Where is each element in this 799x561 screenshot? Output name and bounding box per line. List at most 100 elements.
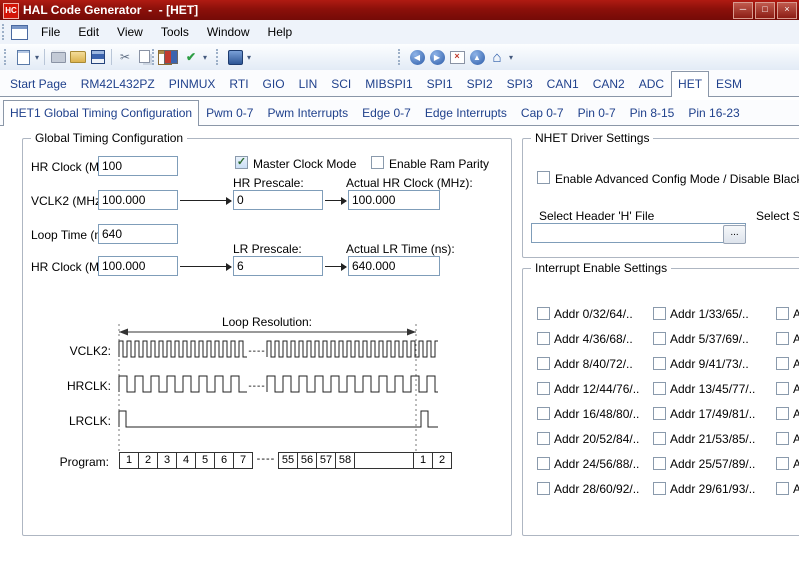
menu-help[interactable]: Help <box>259 21 302 43</box>
tab-het[interactable]: HET <box>671 71 710 97</box>
header-file-input[interactable] <box>531 223 746 243</box>
interrupt-checkbox[interactable] <box>776 307 789 320</box>
tab-pin-16-23[interactable]: Pin 16-23 <box>681 100 746 125</box>
tab-rti[interactable]: RTI <box>222 71 255 96</box>
toolbar-grip[interactable] <box>152 49 157 65</box>
ram-parity-checkbox[interactable] <box>371 156 384 169</box>
interrupt-checkbox[interactable] <box>653 432 666 445</box>
generate-code-button[interactable]: ✔ <box>181 47 201 67</box>
new-file-button[interactable] <box>13 47 33 67</box>
open-button[interactable] <box>68 47 88 67</box>
interrupt-checkbox[interactable] <box>776 357 789 370</box>
form-designer-button[interactable] <box>161 47 181 67</box>
tab-start-page[interactable]: Start Page <box>3 71 74 96</box>
tab-spi3[interactable]: SPI3 <box>500 71 540 96</box>
tab-gio[interactable]: GIO <box>256 71 292 96</box>
mdi-child-icon[interactable] <box>11 24 28 40</box>
tab-pinmux[interactable]: PINMUX <box>162 71 223 96</box>
menu-file[interactable]: File <box>32 21 69 43</box>
tab-edge-interrupts[interactable]: Edge Interrupts <box>418 100 514 125</box>
tab-pin-8-15[interactable]: Pin 8-15 <box>623 100 682 125</box>
menu-edit[interactable]: Edit <box>69 21 108 43</box>
tab-spi1[interactable]: SPI1 <box>420 71 460 96</box>
interrupt-checkbox[interactable] <box>537 457 550 470</box>
nav-forward-button[interactable]: ▶ <box>427 47 447 67</box>
menu-tools[interactable]: Tools <box>152 21 198 43</box>
interrupt-checkbox[interactable] <box>537 357 550 370</box>
browse-header-button[interactable]: ... <box>723 225 746 244</box>
program-cell: 1 <box>413 452 433 469</box>
tab-can1[interactable]: CAN1 <box>540 71 586 96</box>
interrupt-checkbox[interactable] <box>653 382 666 395</box>
menu-grip[interactable] <box>2 24 7 40</box>
interrupt-label: Addr 10/42/74/.. <box>793 357 799 371</box>
interrupt-checkbox[interactable] <box>653 332 666 345</box>
menu-view[interactable]: View <box>108 21 152 43</box>
interrupt-checkbox[interactable] <box>537 382 550 395</box>
toolbar-grip[interactable] <box>216 49 221 65</box>
interrupt-checkbox[interactable] <box>537 482 550 495</box>
master-clock-checkbox[interactable]: ✓ <box>235 156 248 169</box>
interrupt-checkbox[interactable] <box>537 332 550 345</box>
group-dropdown[interactable]: ▾ <box>201 53 209 62</box>
interrupt-checkbox[interactable] <box>537 407 550 420</box>
maximize-button[interactable]: □ <box>755 2 775 19</box>
print-icon <box>50 51 66 63</box>
tab-adc[interactable]: ADC <box>632 71 671 96</box>
interrupt-label: Addr 16/48/80/.. <box>554 407 640 421</box>
tab-mibspi1[interactable]: MIBSPI1 <box>358 71 419 96</box>
close-window-button[interactable]: × <box>447 47 467 67</box>
interrupt-checkbox[interactable] <box>776 432 789 445</box>
cut-button[interactable]: ✂ <box>115 47 135 67</box>
build-button[interactable] <box>225 47 245 67</box>
interrupt-checkbox[interactable] <box>653 407 666 420</box>
interrupt-checkbox[interactable] <box>776 457 789 470</box>
interrupt-row: Addr 0/32/64/.. Addr 1/33/65/.. Addr 2/3… <box>523 307 799 323</box>
interrupt-checkbox[interactable] <box>776 332 789 345</box>
interrupt-checkbox[interactable] <box>776 482 789 495</box>
tab-edge-0-7[interactable]: Edge 0-7 <box>355 100 418 125</box>
actual-lr-time-input[interactable] <box>348 256 440 276</box>
loop-time-input[interactable] <box>98 224 178 244</box>
advanced-config-checkbox[interactable] <box>537 171 550 184</box>
toolbar-grip[interactable] <box>4 49 9 65</box>
lrclk-waveform <box>118 410 438 428</box>
toolbar-grip[interactable] <box>398 49 403 65</box>
tab-lin[interactable]: LIN <box>292 71 325 96</box>
interrupt-checkbox[interactable] <box>653 482 666 495</box>
hr-clock-input[interactable] <box>98 156 178 176</box>
interrupt-checkbox[interactable] <box>776 407 789 420</box>
hr-prescale-input[interactable] <box>233 190 323 210</box>
minimize-button[interactable]: ─ <box>733 2 753 19</box>
interrupt-checkbox[interactable] <box>653 457 666 470</box>
tab-het1-global-timing[interactable]: HET1 Global Timing Configuration <box>3 100 200 126</box>
tab-sci[interactable]: SCI <box>324 71 358 96</box>
lr-prescale-input[interactable] <box>233 256 323 276</box>
tab-pin-0-7[interactable]: Pin 0-7 <box>571 100 623 125</box>
tab-pwm-0-7[interactable]: Pwm 0-7 <box>199 100 260 125</box>
close-button[interactable]: × <box>777 2 797 19</box>
interrupt-checkbox[interactable] <box>653 357 666 370</box>
group-dropdown[interactable]: ▾ <box>507 53 515 62</box>
interrupt-checkbox[interactable] <box>776 382 789 395</box>
vclk2-input[interactable] <box>98 190 178 210</box>
hr-clock2-input[interactable] <box>98 256 178 276</box>
interrupt-checkbox[interactable] <box>537 432 550 445</box>
tab-cap-0-7[interactable]: Cap 0-7 <box>514 100 571 125</box>
nav-back-button[interactable]: ◀ <box>407 47 427 67</box>
tab-pwm-interrupts[interactable]: Pwm Interrupts <box>260 100 355 125</box>
tab-rm42l432pz[interactable]: RM42L432PZ <box>74 71 162 96</box>
nav-up-button[interactable]: ▲ <box>467 47 487 67</box>
print-button[interactable] <box>48 47 68 67</box>
actual-hr-clock-input[interactable] <box>348 190 440 210</box>
nav-home-button[interactable]: ⌂ <box>487 47 507 67</box>
tab-spi2[interactable]: SPI2 <box>460 71 500 96</box>
interrupt-checkbox[interactable] <box>537 307 550 320</box>
tab-can2[interactable]: CAN2 <box>586 71 632 96</box>
tab-esm[interactable]: ESM <box>709 71 749 96</box>
new-file-dropdown[interactable]: ▾ <box>33 53 41 62</box>
save-button[interactable] <box>88 47 108 67</box>
group-dropdown[interactable]: ▾ <box>245 53 253 62</box>
menu-window[interactable]: Window <box>198 21 259 43</box>
interrupt-checkbox[interactable] <box>653 307 666 320</box>
